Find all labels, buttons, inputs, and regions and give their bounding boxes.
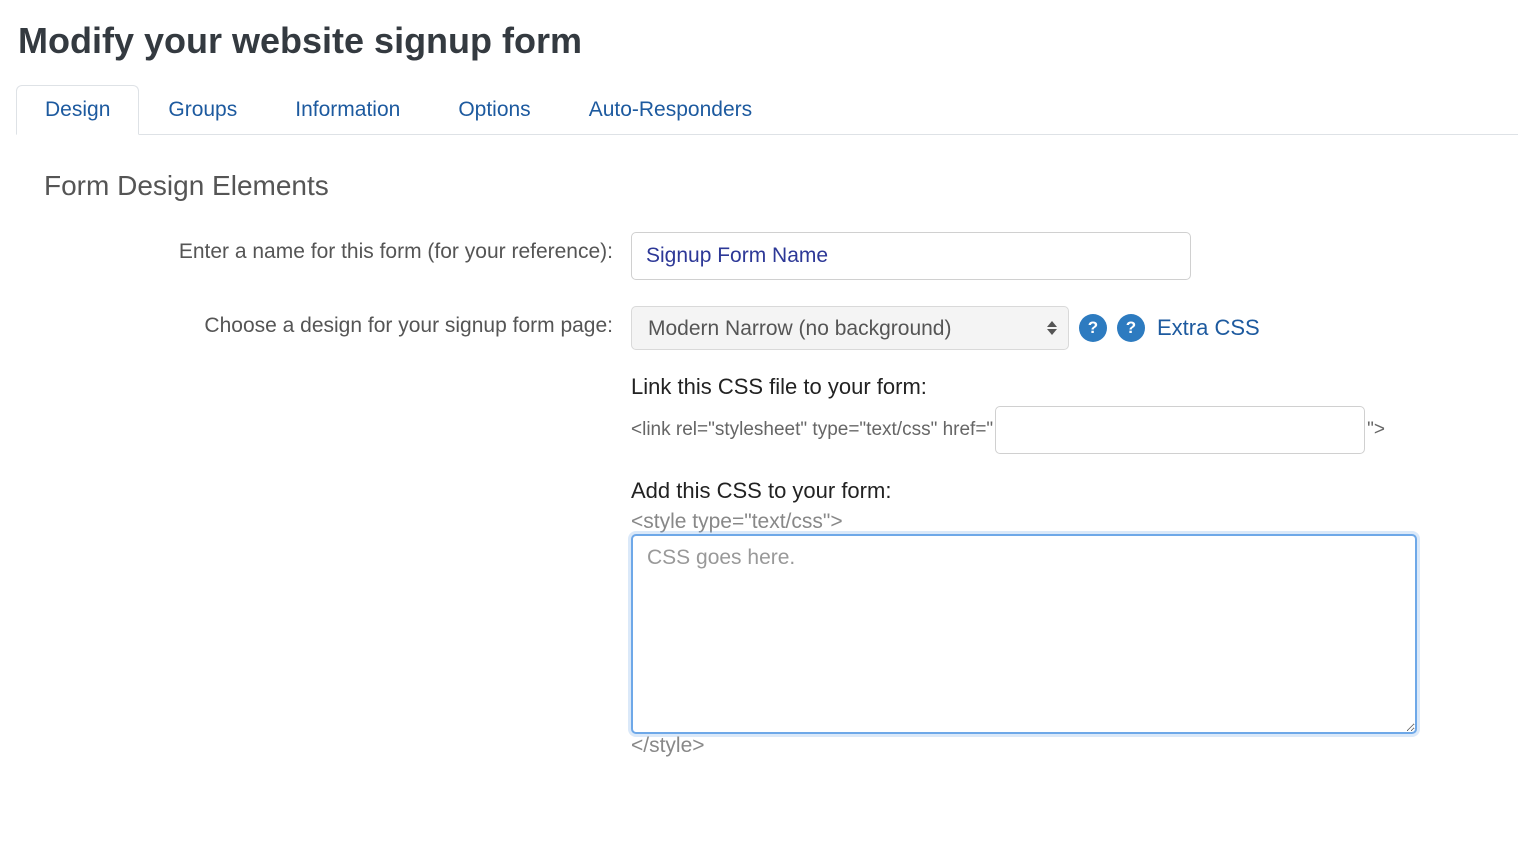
style-close-tag: </style> (631, 734, 1518, 758)
page-title: Modify your website signup form (18, 20, 1518, 62)
link-css-suffix: "> (1367, 419, 1385, 441)
tab-options[interactable]: Options (429, 85, 559, 135)
tab-information[interactable]: Information (266, 85, 429, 135)
form-name-input[interactable] (631, 232, 1191, 280)
tab-design[interactable]: Design (16, 85, 139, 135)
design-select[interactable]: Modern Narrow (no background) (631, 306, 1069, 350)
tab-bar: Design Groups Information Options Auto-R… (16, 84, 1518, 135)
css-textarea[interactable] (631, 534, 1417, 734)
form-name-label: Enter a name for this form (for your ref… (16, 232, 631, 264)
help-icon[interactable]: ? (1079, 314, 1107, 342)
tab-auto-responders[interactable]: Auto-Responders (560, 85, 781, 135)
tab-groups[interactable]: Groups (139, 85, 266, 135)
design-select-wrap: Modern Narrow (no background) (631, 306, 1069, 350)
style-open-tag: <style type="text/css"> (631, 510, 1518, 534)
form-row-name: Enter a name for this form (for your ref… (16, 232, 1518, 280)
form-row-design: Choose a design for your signup form pag… (16, 306, 1518, 758)
extra-css-label: Extra CSS (1157, 315, 1260, 341)
add-css-heading: Add this CSS to your form: (631, 478, 1518, 504)
link-css-prefix: <link rel="stylesheet" type="text/css" h… (631, 419, 993, 441)
section-heading: Form Design Elements (44, 170, 1518, 202)
help-icon[interactable]: ? (1117, 314, 1145, 342)
css-file-input[interactable] (995, 406, 1365, 454)
link-css-line: <link rel="stylesheet" type="text/css" h… (631, 406, 1518, 454)
form-design-label: Choose a design for your signup form pag… (16, 306, 631, 338)
link-css-heading: Link this CSS file to your form: (631, 374, 1518, 400)
